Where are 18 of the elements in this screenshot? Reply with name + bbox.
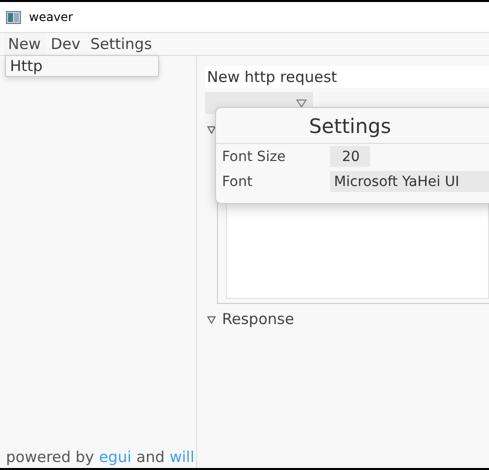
menu-item[interactable]: New — [4, 33, 45, 55]
setting-label: Font Size — [222, 148, 287, 164]
number-field[interactable]: 20 — [330, 146, 370, 167]
menu-item[interactable]: Settings — [86, 33, 156, 55]
response-section-toggle[interactable]: Response — [205, 308, 296, 330]
menu-item[interactable]: Http — [9, 57, 44, 75]
setting-label: Font — [222, 174, 254, 190]
footer-text: powered by — [6, 448, 94, 466]
triangle-icon — [207, 314, 216, 324]
app-icon — [6, 10, 21, 24]
request-title: New http request — [205, 66, 489, 88]
footer-text: and — [136, 448, 165, 466]
caret-icon — [296, 98, 307, 108]
window-title: weaver — [29, 10, 73, 24]
menu-item[interactable]: Dev — [46, 33, 84, 55]
text-field[interactable]: Microsoft YaHei UI — [330, 171, 489, 192]
settings-title: Settings — [216, 108, 489, 144]
triangle-icon — [207, 124, 216, 134]
